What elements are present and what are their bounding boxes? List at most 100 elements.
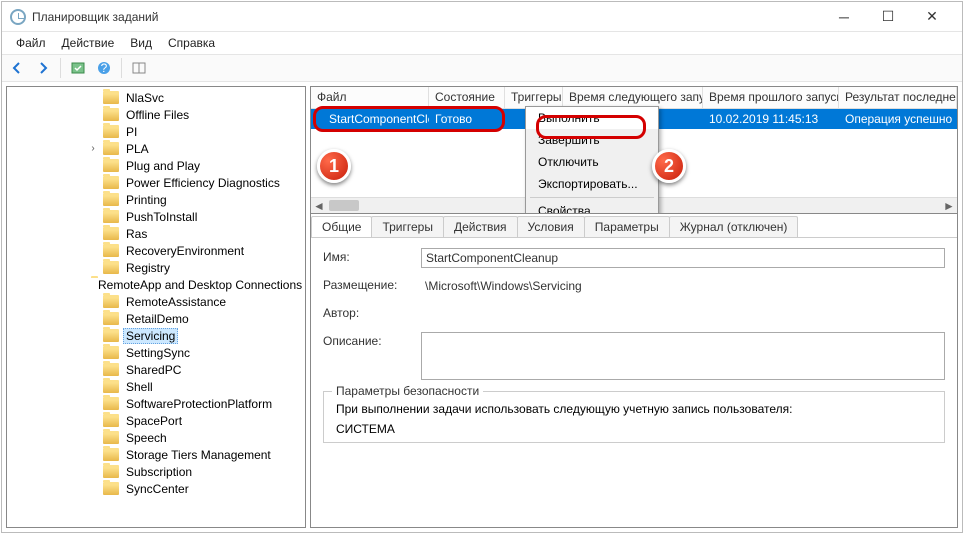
tree-item-label: SpacePort xyxy=(123,414,185,428)
tree-item[interactable]: ›PLA xyxy=(7,140,305,157)
field-description[interactable] xyxy=(421,332,945,380)
tree-item[interactable]: PI xyxy=(7,123,305,140)
minimize-button[interactable]: ─ xyxy=(822,3,866,31)
col-status[interactable]: Состояние xyxy=(429,87,505,108)
tree-item[interactable]: SoftwareProtectionPlatform xyxy=(7,395,305,412)
details-panel: Общие Триггеры Действия Условия Параметр… xyxy=(310,214,958,528)
col-lastrun[interactable]: Время прошлого запуска xyxy=(703,87,839,108)
tree-item-label: SyncCenter xyxy=(123,482,192,496)
tree-item-label: RecoveryEnvironment xyxy=(123,244,247,258)
folder-icon xyxy=(103,312,119,325)
folder-icon xyxy=(103,482,119,495)
field-name[interactable] xyxy=(421,248,945,268)
tree-item[interactable]: NlaSvc xyxy=(7,89,305,106)
security-group: Параметры безопасности При выполнении за… xyxy=(323,391,945,443)
tree-item[interactable]: PushToInstall xyxy=(7,208,305,225)
tree-item[interactable]: Printing xyxy=(7,191,305,208)
svg-text:?: ? xyxy=(101,61,108,75)
cell-result: Операция успешно xyxy=(839,110,957,128)
label-name: Имя: xyxy=(323,248,421,268)
tree-item-label: Servicing xyxy=(123,328,178,344)
menubar: Файл Действие Вид Справка xyxy=(2,32,962,54)
folder-icon xyxy=(103,142,119,155)
security-text: При выполнении задачи использовать следу… xyxy=(336,402,932,416)
tree-item[interactable]: Speech xyxy=(7,429,305,446)
menu-action[interactable]: Действие xyxy=(54,33,123,53)
menu-help[interactable]: Справка xyxy=(160,33,223,53)
col-name[interactable]: Файл xyxy=(311,87,429,108)
tree-view[interactable]: NlaSvcOffline FilesPI›PLAPlug and Play Po… xyxy=(6,86,306,528)
close-button[interactable]: ✕ xyxy=(910,3,954,31)
tab-triggers[interactable]: Триггеры xyxy=(371,216,444,237)
ctx-disable[interactable]: Отключить xyxy=(526,151,658,173)
tree-item-label: Printing xyxy=(123,193,170,207)
tree-item-label: NlaSvc xyxy=(123,91,167,105)
folder-icon xyxy=(103,363,119,376)
folder-icon xyxy=(103,380,119,393)
tree-item[interactable]: RecoveryEnvironment xyxy=(7,242,305,259)
tab-general[interactable]: Общие xyxy=(311,216,372,237)
col-triggers[interactable]: Триггеры xyxy=(505,87,563,108)
tree-item[interactable]: Shell xyxy=(7,378,305,395)
ctx-props[interactable]: Свойства xyxy=(526,200,658,214)
tree-item[interactable]: Servicing xyxy=(7,327,305,344)
tree-item[interactable]: RemoteAssistance xyxy=(7,293,305,310)
tree-item-label: Power Efficiency Diagnostics xyxy=(123,176,283,190)
tree-item[interactable]: Power Efficiency Diagnostics xyxy=(7,174,305,191)
folder-icon xyxy=(103,210,119,223)
tree-item[interactable]: SharedPC xyxy=(7,361,305,378)
tree-item-label: Subscription xyxy=(123,465,195,479)
ctx-end[interactable]: Завершить xyxy=(526,129,658,151)
maximize-button[interactable]: ☐ xyxy=(866,3,910,31)
tree-item[interactable]: SyncCenter xyxy=(7,480,305,497)
tree-item[interactable]: RemoteApp and Desktop Connections xyxy=(7,276,305,293)
folder-icon xyxy=(103,227,119,240)
ctx-run[interactable]: Выполнить xyxy=(526,107,658,129)
cell-name: StartComponentCleanup xyxy=(311,110,429,128)
help-button[interactable]: ? xyxy=(93,57,115,79)
ctx-export[interactable]: Экспортировать... xyxy=(526,173,658,195)
folder-icon xyxy=(103,108,119,121)
label-location: Размещение: xyxy=(323,276,421,296)
tree-item[interactable]: SpacePort xyxy=(7,412,305,429)
titlebar: Планировщик заданий ─ ☐ ✕ xyxy=(2,2,962,32)
tree-item[interactable]: Ras xyxy=(7,225,305,242)
window-title: Планировщик заданий xyxy=(32,10,822,24)
tree-item[interactable]: Plug and Play xyxy=(7,157,305,174)
cell-lastrun: 10.02.2019 11:45:13 xyxy=(703,110,839,128)
col-result[interactable]: Результат последне xyxy=(839,87,957,108)
tree-item[interactable]: RetailDemo xyxy=(7,310,305,327)
tree-item[interactable]: SettingSync xyxy=(7,344,305,361)
tree-item-label: Shell xyxy=(123,380,156,394)
folder-icon xyxy=(103,176,119,189)
folder-icon xyxy=(103,125,119,138)
tree-item-label: SettingSync xyxy=(123,346,193,360)
forward-button[interactable] xyxy=(32,57,54,79)
callout-2: 2 xyxy=(652,149,686,183)
tree-item-label: SoftwareProtectionPlatform xyxy=(123,397,275,411)
tree-item[interactable]: Subscription xyxy=(7,463,305,480)
tree-item-label: SharedPC xyxy=(123,363,184,377)
panel-button[interactable] xyxy=(128,57,150,79)
tree-item-label: PLA xyxy=(123,142,152,156)
tab-actions[interactable]: Действия xyxy=(443,216,518,237)
tree-item-label: RemoteApp and Desktop Connections xyxy=(95,278,305,292)
col-nextrun[interactable]: Время следующего запуска xyxy=(563,87,703,108)
tree-item[interactable]: Offline Files xyxy=(7,106,305,123)
tab-conditions[interactable]: Условия xyxy=(517,216,585,237)
back-button[interactable] xyxy=(6,57,28,79)
folder-icon xyxy=(103,397,119,410)
ctx-separator xyxy=(530,197,654,198)
tab-settings[interactable]: Параметры xyxy=(584,216,670,237)
context-menu: Выполнить Завершить Отключить Экспортиро… xyxy=(525,106,659,214)
menu-file[interactable]: Файл xyxy=(8,33,54,53)
callout-1: 1 xyxy=(317,149,351,183)
tree-item[interactable]: Registry xyxy=(7,259,305,276)
folder-icon xyxy=(103,346,119,359)
menu-view[interactable]: Вид xyxy=(122,33,160,53)
tab-history[interactable]: Журнал (отключен) xyxy=(669,216,799,237)
refresh-button[interactable] xyxy=(67,57,89,79)
tree-item[interactable]: Storage Tiers Management xyxy=(7,446,305,463)
security-legend: Параметры безопасности xyxy=(332,384,483,398)
toolbar: ? xyxy=(2,54,962,82)
